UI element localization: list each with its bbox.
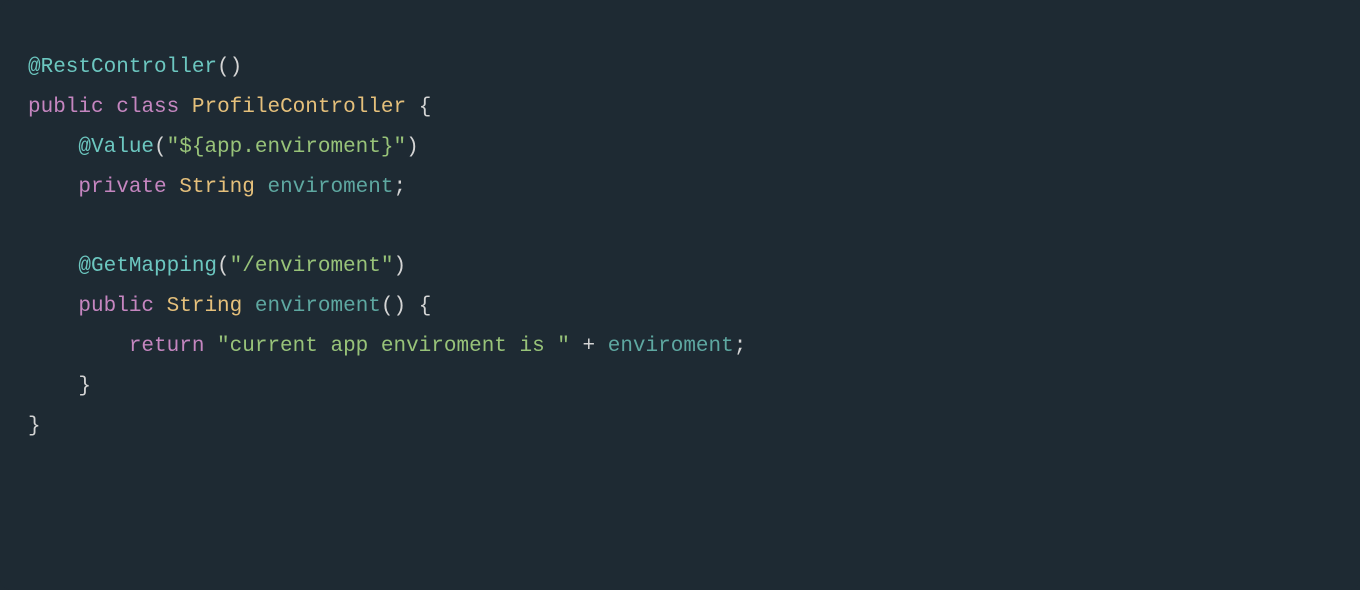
keyword-private: private bbox=[78, 176, 166, 199]
paren-close: ) bbox=[406, 136, 419, 159]
code-block: @RestController() public class ProfileCo… bbox=[0, 0, 1360, 590]
parens: () bbox=[217, 56, 242, 79]
keyword-return: return bbox=[129, 335, 205, 358]
keyword-class: class bbox=[116, 96, 179, 119]
annotation-value: @Value bbox=[78, 136, 154, 159]
method-name: enviroment bbox=[255, 295, 381, 318]
operator-plus: + bbox=[570, 335, 608, 358]
keyword-public: public bbox=[28, 96, 104, 119]
brace-open: { bbox=[406, 295, 431, 318]
paren-open: ( bbox=[154, 136, 167, 159]
annotation-restcontroller: @RestController bbox=[28, 56, 217, 79]
brace-open: { bbox=[406, 96, 431, 119]
keyword-public: public bbox=[78, 295, 154, 318]
brace-close: } bbox=[28, 415, 41, 438]
annotation-getmapping: @GetMapping bbox=[78, 255, 217, 278]
paren-close: ) bbox=[393, 255, 406, 278]
code-line-7: return "current app enviroment is " + en… bbox=[28, 327, 1332, 367]
string-literal: "/enviroment" bbox=[230, 255, 394, 278]
var-ref: enviroment bbox=[608, 335, 734, 358]
code-line-blank bbox=[28, 208, 1332, 248]
paren-open: ( bbox=[217, 255, 230, 278]
semicolon: ; bbox=[394, 176, 407, 199]
parens: () bbox=[381, 295, 406, 318]
code-line-5: @GetMapping("/enviroment") bbox=[28, 247, 1332, 287]
brace-close: } bbox=[78, 375, 91, 398]
string-literal: "${app.enviroment}" bbox=[167, 136, 406, 159]
string-literal: "current app enviroment is " bbox=[217, 335, 570, 358]
type-string: String bbox=[167, 295, 243, 318]
code-line-3: @Value("${app.enviroment}") bbox=[28, 128, 1332, 168]
class-name: ProfileController bbox=[192, 96, 406, 119]
code-line-6: public String enviroment() { bbox=[28, 287, 1332, 327]
var-name: enviroment bbox=[267, 176, 393, 199]
code-line-9: } bbox=[28, 407, 1332, 447]
code-line-4: private String enviroment; bbox=[28, 168, 1332, 208]
code-line-8: } bbox=[28, 367, 1332, 407]
semicolon: ; bbox=[734, 335, 747, 358]
type-string: String bbox=[179, 176, 255, 199]
code-line-1: @RestController() bbox=[28, 48, 1332, 88]
code-line-2: public class ProfileController { bbox=[28, 88, 1332, 128]
